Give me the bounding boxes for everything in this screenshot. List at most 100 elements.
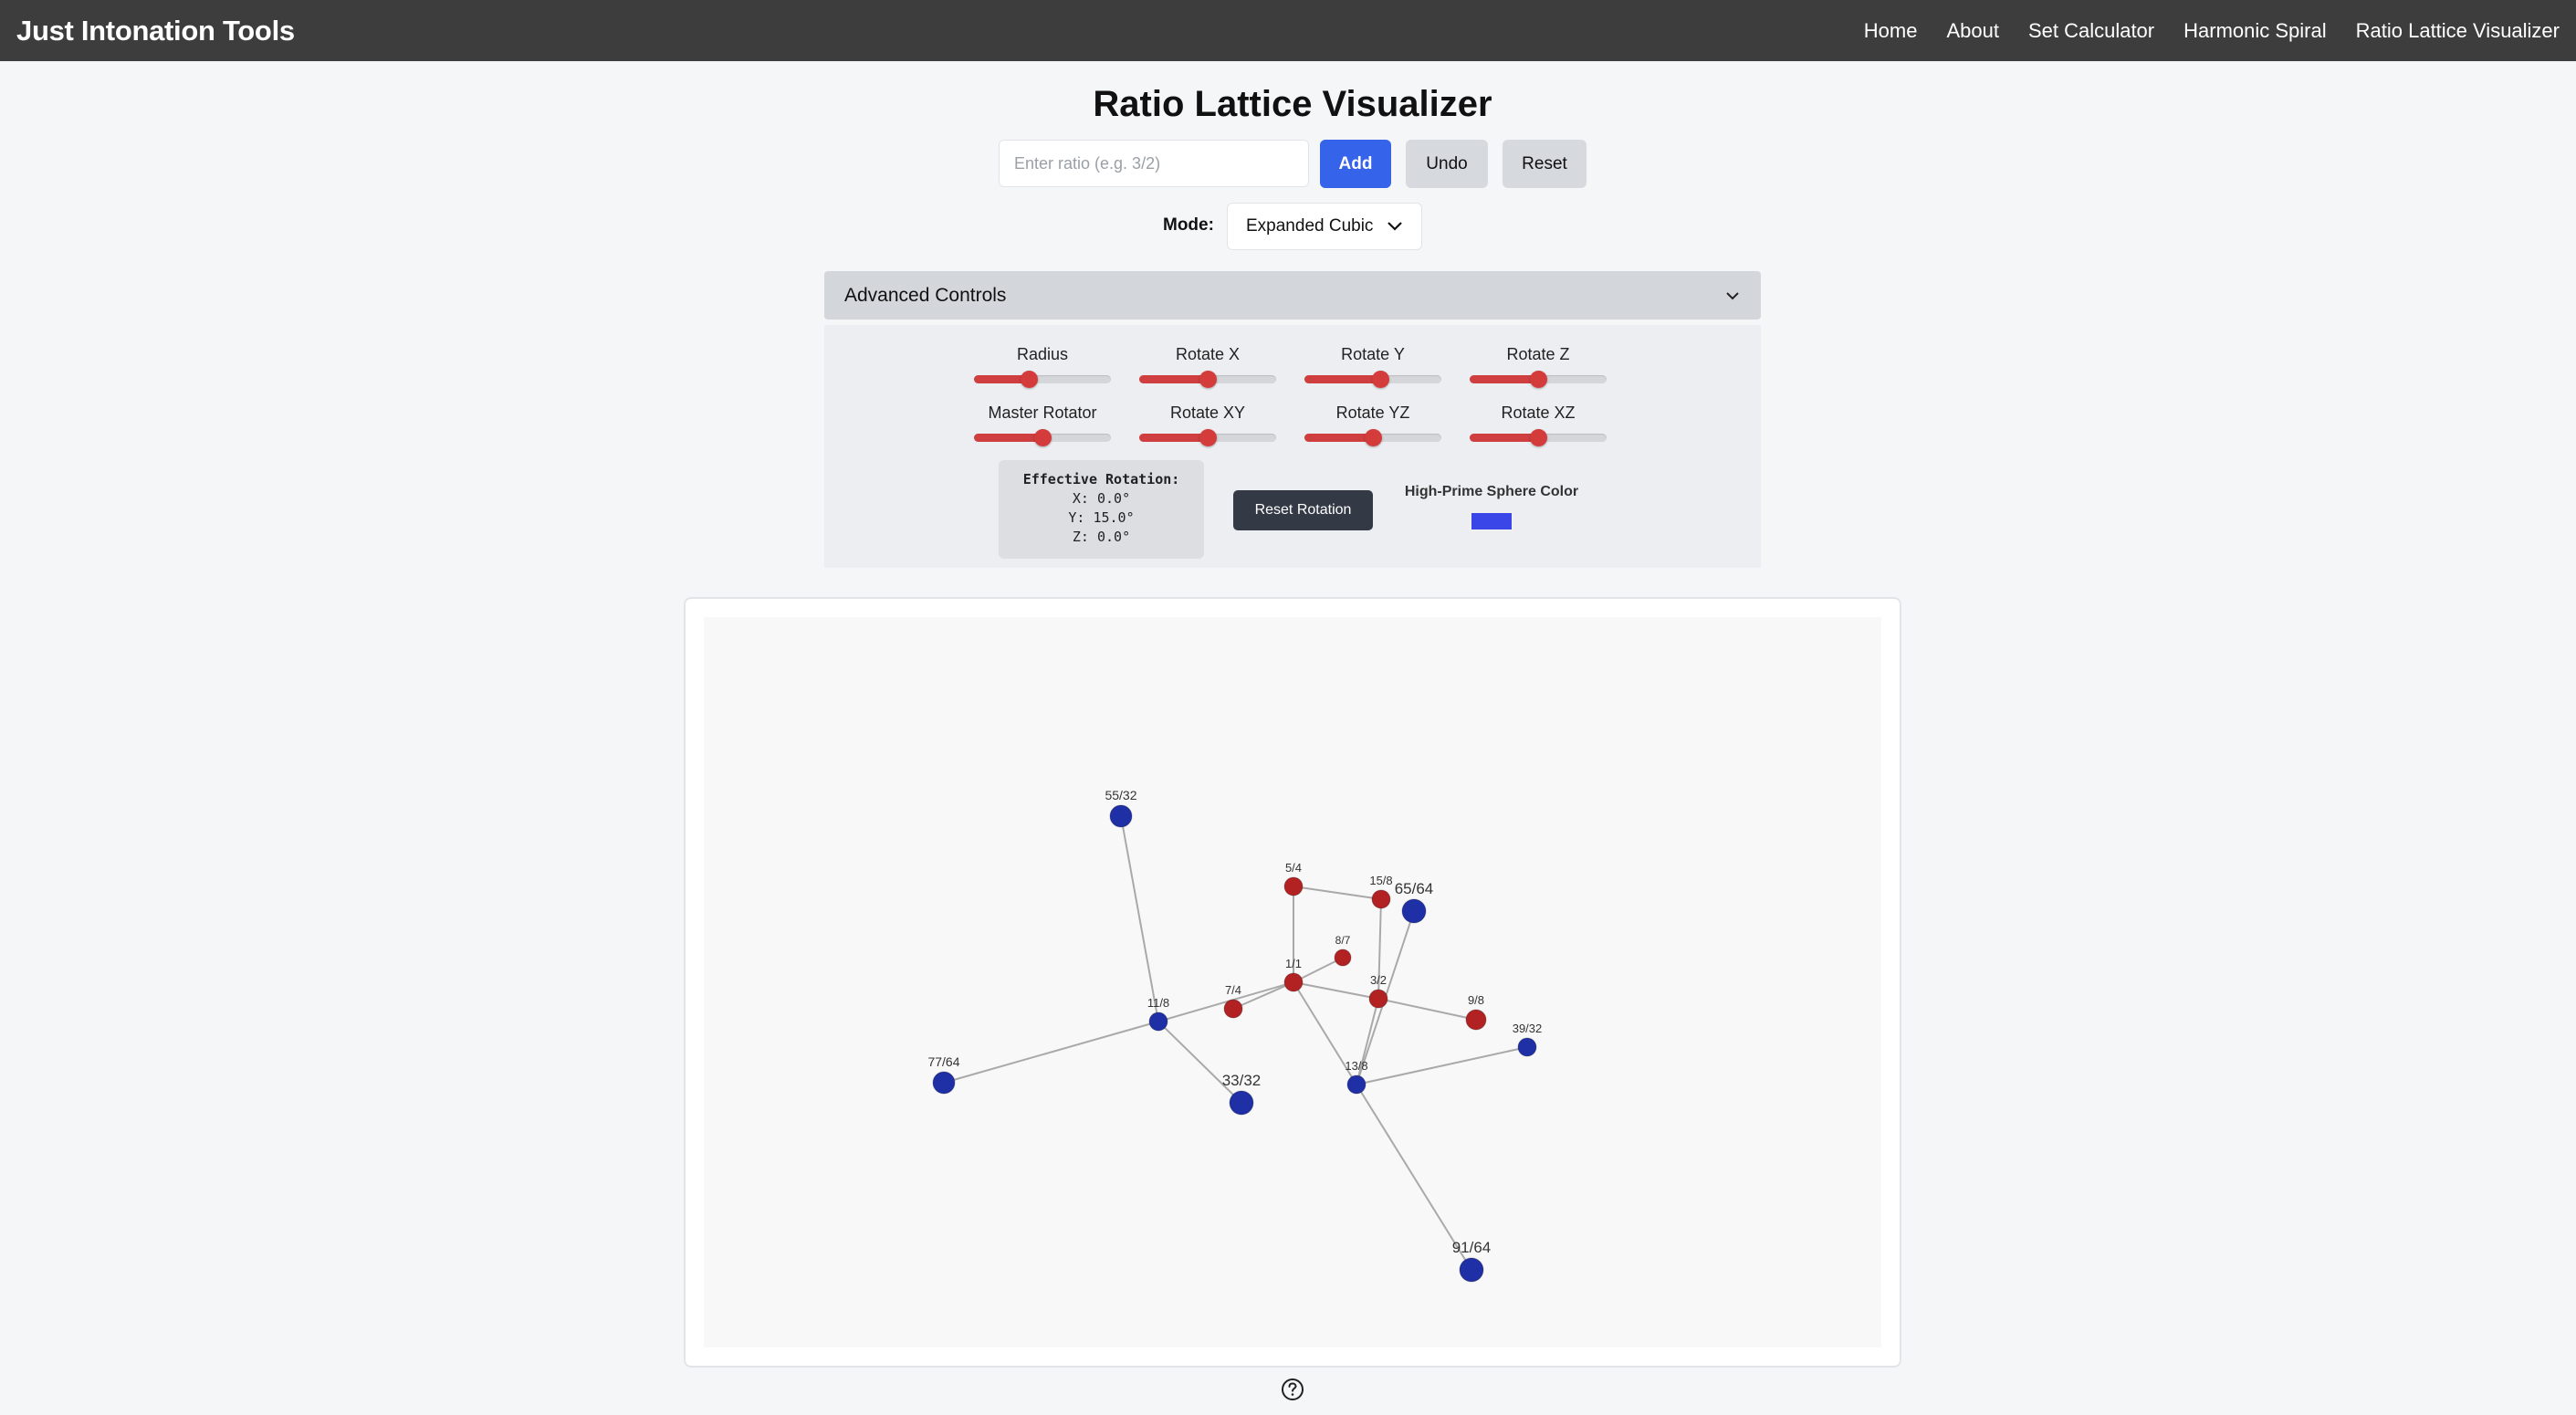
lattice-node-sphere[interactable] <box>1401 898 1427 924</box>
lattice-node-label: 1/1 <box>1285 957 1302 970</box>
nav-ratio-lattice-visualizer[interactable]: Ratio Lattice Visualizer <box>2356 19 2560 43</box>
high-prime-color-label: High-Prime Sphere Color <box>1404 484 1579 499</box>
slider-label: Rotate XY <box>1169 404 1246 422</box>
slider-label: Rotate XZ <box>1501 404 1576 422</box>
master-rotator-slider[interactable] <box>974 429 1111 446</box>
lattice-node-sphere[interactable] <box>1229 1090 1254 1116</box>
lattice-node-label: 9/8 <box>1468 993 1484 1007</box>
rotate-yz-slider[interactable] <box>1304 429 1441 446</box>
lattice-node-label: 55/32 <box>1105 788 1136 802</box>
slider-fill <box>1139 375 1208 383</box>
slider-label: Radius <box>1016 345 1069 363</box>
lattice-node-label: 91/64 <box>1452 1239 1492 1256</box>
lattice-node-sphere[interactable] <box>1283 876 1304 896</box>
mode-selected-value: Expanded Cubic <box>1246 216 1374 236</box>
slider-fill <box>1470 375 1538 383</box>
lattice-node-sphere[interactable] <box>1346 1074 1367 1095</box>
rotate-x-slider-group: Rotate X <box>1139 345 1276 388</box>
page-title: Ratio Lattice Visualizer <box>1093 84 1492 124</box>
slider-thumb[interactable] <box>1021 371 1038 388</box>
effective-rotation-readout: Effective Rotation: X: 0.0° Y: 15.0° Z: … <box>999 460 1204 559</box>
rotation-x-value: X: 0.0° <box>1072 490 1131 507</box>
rotate-xz-slider[interactable] <box>1470 429 1607 446</box>
lattice-node-sphere[interactable] <box>1109 804 1133 828</box>
nav-set-calculator[interactable]: Set Calculator <box>2028 19 2154 43</box>
lattice-canvas[interactable]: 1/1 3/2 5/4 15/8 8/7 7/4 9/8 11/8 13/8 55/32 77/64… <box>704 617 1881 1347</box>
lattice-node-label: 3/2 <box>1370 973 1387 987</box>
rotate-yz-slider-group: Rotate YZ <box>1304 404 1441 446</box>
lattice-node-label: 65/64 <box>1395 880 1434 897</box>
rotation-y-value: Y: 15.0° <box>1068 509 1135 526</box>
lattice-node-sphere[interactable] <box>1148 1011 1168 1032</box>
slider-thumb[interactable] <box>1365 429 1382 446</box>
slider-thumb[interactable] <box>1199 371 1217 388</box>
advanced-controls-panel <box>824 325 1761 568</box>
rotate-z-slider[interactable] <box>1470 371 1607 388</box>
advanced-controls-toggle[interactable]: Advanced Controls <box>824 271 1761 320</box>
lattice-node-label: 8/7 <box>1335 934 1351 947</box>
lattice-node-label: 77/64 <box>927 1054 959 1069</box>
reset-button[interactable]: Reset <box>1503 140 1586 188</box>
rotate-xy-slider[interactable] <box>1139 429 1276 446</box>
slider-label: Rotate X <box>1175 345 1241 363</box>
rotate-xz-slider-group: Rotate XZ <box>1470 404 1607 446</box>
undo-button[interactable]: Undo <box>1406 140 1488 188</box>
ratio-input[interactable] <box>999 140 1309 187</box>
chevron-down-icon <box>1726 291 1739 299</box>
lattice-node-label: 33/32 <box>1222 1072 1262 1089</box>
radius-slider[interactable] <box>974 371 1111 388</box>
slider-fill <box>1139 434 1208 442</box>
chevron-down-icon <box>1387 222 1402 231</box>
lattice-node-sphere[interactable] <box>1223 999 1243 1019</box>
add-button[interactable]: Add <box>1320 140 1391 188</box>
advanced-controls-title: Advanced Controls <box>844 284 1007 306</box>
lattice-node-sphere[interactable] <box>1517 1037 1537 1057</box>
slider-thumb[interactable] <box>1034 429 1052 446</box>
top-navbar: Just Intonation Tools Home About Set Cal… <box>0 0 2576 61</box>
lattice-node-sphere[interactable] <box>1283 972 1304 992</box>
rotate-xy-slider-group: Rotate XY <box>1139 404 1276 446</box>
effective-rotation-title: Effective Rotation: <box>1022 471 1180 487</box>
slider-thumb[interactable] <box>1199 429 1217 446</box>
slider-thumb[interactable] <box>1530 371 1547 388</box>
radius-slider-group: Radius <box>974 345 1111 388</box>
slider-label: Rotate Z <box>1506 345 1570 363</box>
lattice-node-label: 5/4 <box>1285 861 1302 875</box>
slider-fill <box>1470 434 1538 442</box>
lattice-node-label: 13/8 <box>1345 1059 1367 1073</box>
lattice-node-label: 39/32 <box>1513 1022 1543 1035</box>
rotate-y-slider[interactable] <box>1304 371 1441 388</box>
master-rotator-slider-group: Master Rotator <box>974 404 1111 446</box>
lattice-node-sphere[interactable] <box>1465 1009 1487 1031</box>
rotate-x-slider[interactable] <box>1139 371 1276 388</box>
lattice-node-label: 15/8 <box>1369 874 1392 887</box>
slider-fill <box>1304 375 1380 383</box>
nav-about[interactable]: About <box>1946 19 1999 43</box>
mode-label: Mode: <box>1163 215 1214 235</box>
rotate-z-slider-group: Rotate Z <box>1470 345 1607 388</box>
mode-select[interactable]: Expanded Cubic <box>1227 203 1422 250</box>
slider-fill <box>974 434 1042 442</box>
slider-fill <box>1304 434 1373 442</box>
rotate-y-slider-group: Rotate Y <box>1304 345 1441 388</box>
lattice-node-sphere[interactable] <box>1334 949 1352 967</box>
slider-thumb[interactable] <box>1371 371 1389 388</box>
reset-rotation-button[interactable]: Reset Rotation <box>1233 490 1373 530</box>
app-title[interactable]: Just Intonation Tools <box>16 15 295 47</box>
rotation-z-value: Z: 0.0° <box>1072 529 1131 545</box>
slider-thumb[interactable] <box>1530 429 1547 446</box>
lattice-node-sphere[interactable] <box>1459 1257 1484 1283</box>
help-icon[interactable] <box>1281 1378 1304 1401</box>
slider-label: Rotate Y <box>1341 345 1405 363</box>
nav-links: Home About Set Calculator Harmonic Spira… <box>1864 19 2560 43</box>
lattice-node-sphere[interactable] <box>1368 989 1388 1009</box>
lattice-node-sphere[interactable] <box>932 1071 956 1095</box>
nav-harmonic-spiral[interactable]: Harmonic Spiral <box>2183 19 2327 43</box>
lattice-node-sphere[interactable] <box>1371 889 1391 909</box>
slider-label: Master Rotator <box>988 404 1097 422</box>
lattice-node-label: 11/8 <box>1147 996 1169 1010</box>
nav-home[interactable]: Home <box>1864 19 1918 43</box>
slider-label: Rotate YZ <box>1335 404 1410 422</box>
lattice-node-label: 7/4 <box>1225 983 1241 997</box>
high-prime-color-picker[interactable] <box>1470 511 1513 531</box>
